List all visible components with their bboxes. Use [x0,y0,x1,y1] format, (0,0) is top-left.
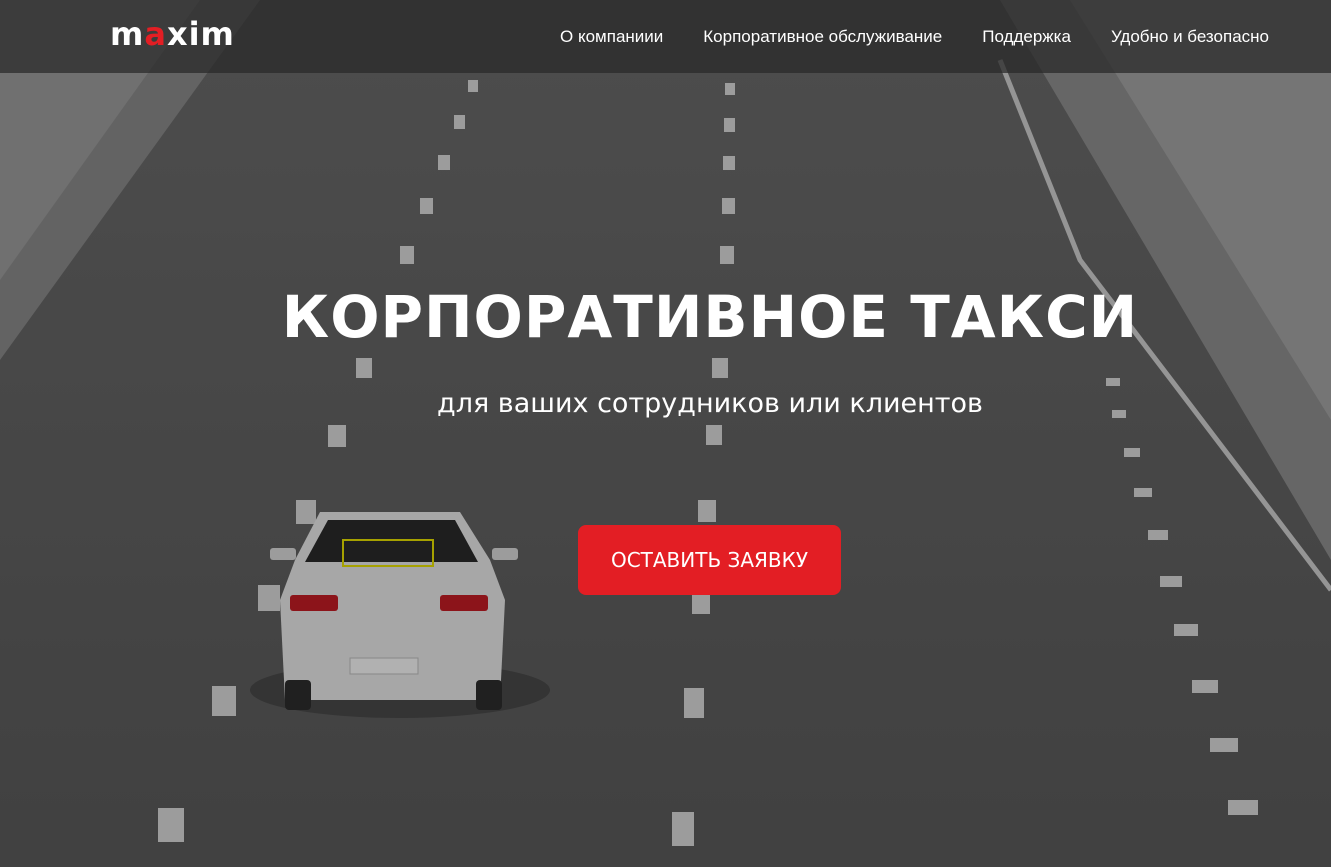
nav-item-support[interactable]: Поддержка [982,27,1071,47]
maxim-logo[interactable]: maxim [110,14,235,54]
main-nav: О компаниии Корпоративное обслуживание П… [560,0,1269,73]
nav-item-safety[interactable]: Удобно и безопасно [1111,27,1269,47]
submit-request-button[interactable]: ОСТАВИТЬ ЗАЯВКУ [578,525,841,595]
site-header: maxim О компаниии Корпоративное обслужив… [0,0,1331,73]
nav-item-corporate[interactable]: Корпоративное обслуживание [703,27,942,47]
hero-title: КОРПОРАТИВНОЕ ТАКСИ [281,283,1139,351]
logo-text-end: xim [166,15,235,53]
logo-text-start: m [110,15,145,53]
logo-text-accent: a [144,15,167,53]
dark-overlay [0,0,1331,867]
nav-item-about[interactable]: О компаниии [560,27,663,47]
hero-subtitle: для ваших сотрудников или клиентов [437,388,983,419]
